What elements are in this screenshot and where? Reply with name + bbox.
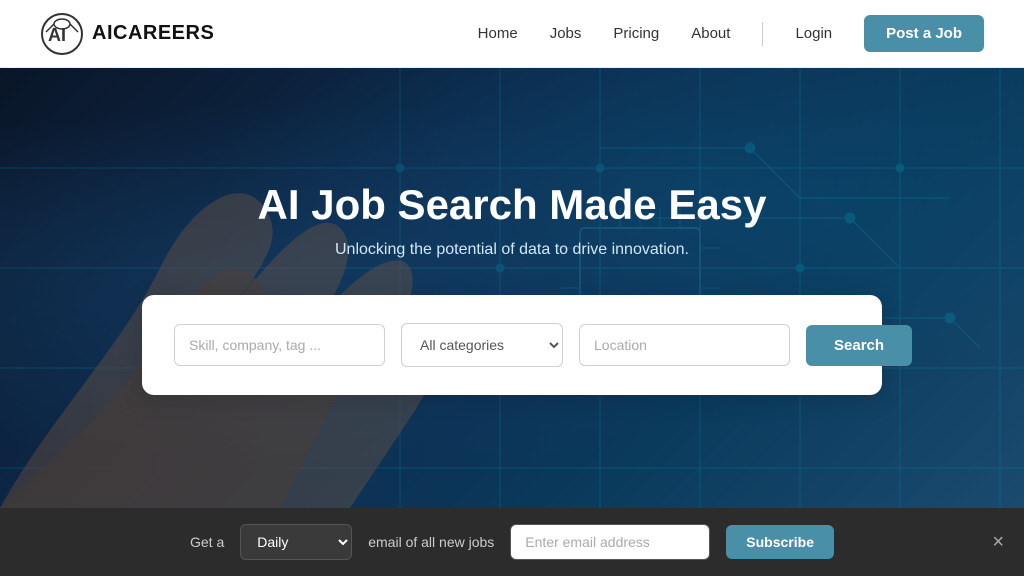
location-input[interactable]: [579, 324, 790, 366]
nav-home[interactable]: Home: [478, 25, 518, 42]
get-a-label: Get a: [190, 534, 224, 550]
footer-subscribe-bar: Get a Daily Weekly Monthly email of all …: [0, 508, 1024, 576]
hero-section: AI Job Search Made Easy Unlocking the po…: [0, 68, 1024, 508]
search-box: All categories Machine Learning Data Sci…: [142, 295, 882, 395]
nav-divider: [762, 22, 763, 46]
frequency-select[interactable]: Daily Weekly Monthly: [240, 524, 352, 560]
hero-content: AI Job Search Made Easy Unlocking the po…: [142, 181, 882, 395]
nav-links: Home Jobs Pricing About Login Post a Job: [478, 15, 984, 52]
login-button[interactable]: Login: [795, 25, 832, 42]
logo-text: AICAREERS: [92, 22, 214, 45]
subscribe-button[interactable]: Subscribe: [726, 525, 834, 559]
email-of-label: email of all new jobs: [368, 534, 494, 550]
hero-title: AI Job Search Made Easy: [142, 181, 882, 229]
nav-about[interactable]: About: [691, 25, 730, 42]
close-button[interactable]: ×: [992, 531, 1004, 554]
email-input[interactable]: [510, 524, 710, 560]
logo-icon: AI: [40, 12, 84, 56]
logo[interactable]: AI AICAREERS: [40, 12, 214, 56]
post-job-button[interactable]: Post a Job: [864, 15, 984, 52]
search-button[interactable]: Search: [806, 325, 912, 366]
nav-pricing[interactable]: Pricing: [613, 25, 659, 42]
category-select[interactable]: All categories Machine Learning Data Sci…: [401, 323, 563, 367]
hero-subtitle: Unlocking the potential of data to drive…: [142, 241, 882, 259]
skill-search-input[interactable]: [174, 324, 385, 366]
nav-jobs[interactable]: Jobs: [550, 25, 582, 42]
navbar: AI AICAREERS Home Jobs Pricing About Log…: [0, 0, 1024, 68]
